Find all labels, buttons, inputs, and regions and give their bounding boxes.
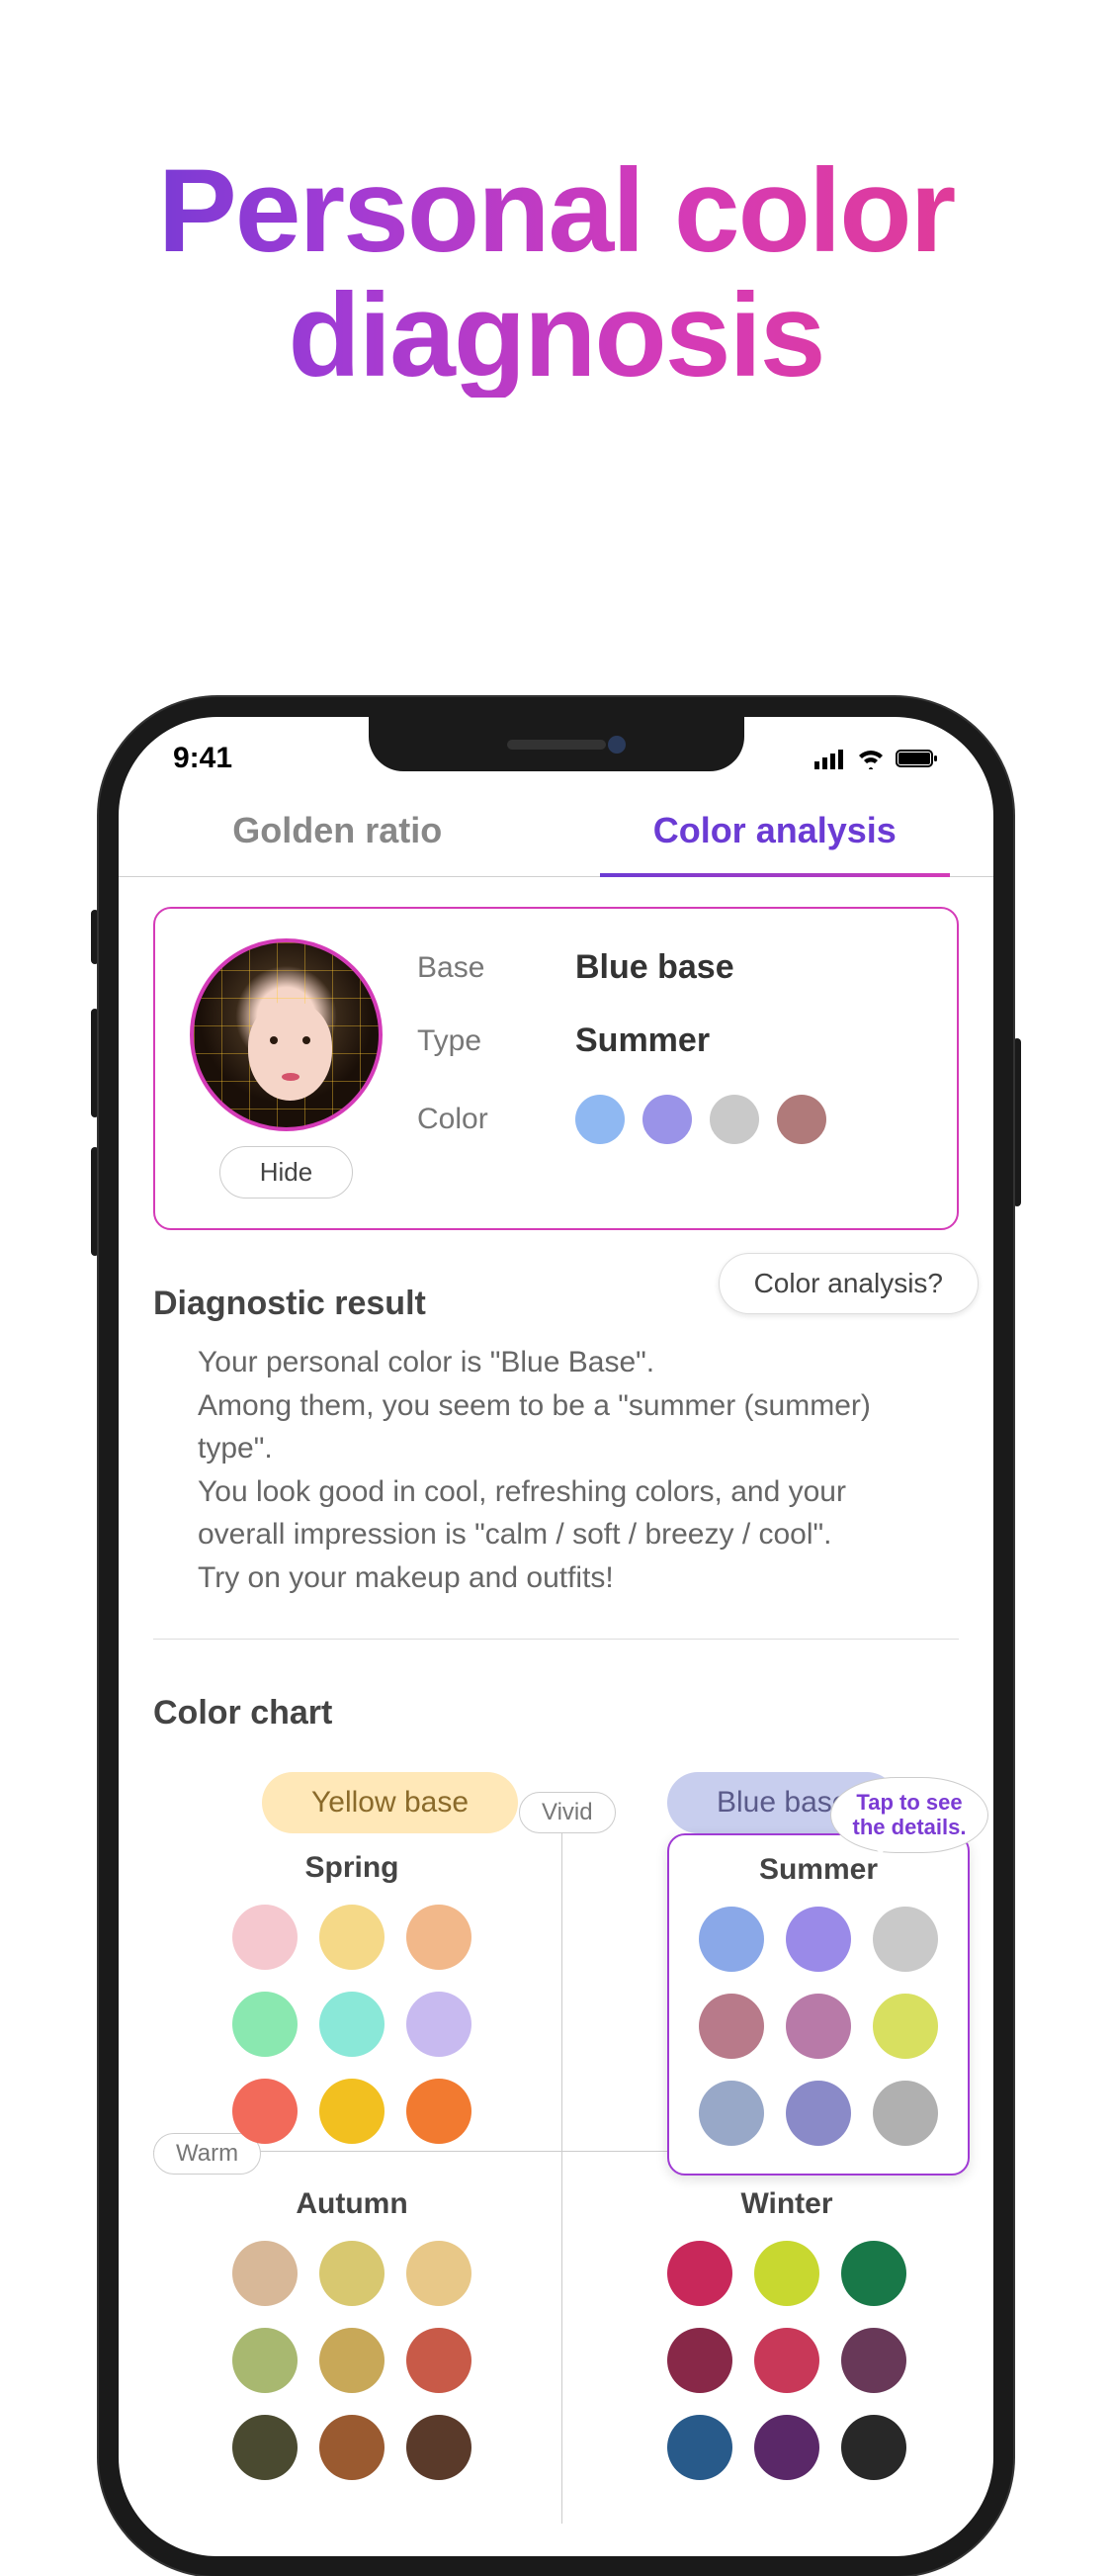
- status-time: 9:41: [173, 742, 232, 775]
- signal-icon: [814, 748, 846, 769]
- yellow-base-pill[interactable]: Yellow base: [262, 1772, 518, 1833]
- color-dot[interactable]: [841, 2241, 906, 2306]
- season-summer[interactable]: Summer: [667, 1851, 970, 2176]
- color-dot[interactable]: [699, 1907, 764, 1972]
- color-swatches: [575, 1095, 922, 1144]
- color-dot[interactable]: [232, 1905, 298, 1970]
- color-dot[interactable]: [319, 1992, 385, 2057]
- axis-vertical: [561, 1826, 562, 2524]
- phone-side-button: [91, 1009, 99, 1117]
- color-swatch: [575, 1095, 625, 1144]
- color-dot[interactable]: [786, 1994, 851, 2059]
- color-dot[interactable]: [873, 2081, 938, 2146]
- wifi-icon: [856, 748, 886, 769]
- phone-side-button: [91, 1147, 99, 1256]
- phone-side-button: [91, 910, 99, 964]
- color-dot[interactable]: [873, 1994, 938, 2059]
- color-dot[interactable]: [699, 1994, 764, 2059]
- color-dot[interactable]: [319, 1905, 385, 1970]
- color-swatch: [710, 1095, 759, 1144]
- color-dot[interactable]: [667, 2328, 732, 2393]
- color-dot[interactable]: [406, 2079, 471, 2144]
- content: Hide Base Blue base Type Summer Color Co…: [119, 877, 993, 2553]
- color-dot[interactable]: [667, 2241, 732, 2306]
- color-dot[interactable]: [406, 2241, 471, 2306]
- color-dot[interactable]: [319, 2079, 385, 2144]
- color-dot[interactable]: [319, 2241, 385, 2306]
- type-label: Type: [417, 1024, 536, 1058]
- color-dot[interactable]: [232, 2328, 298, 2393]
- phone-notch: [369, 717, 744, 771]
- type-value: Summer: [575, 1022, 922, 1060]
- summer-title: Summer: [699, 1853, 938, 1887]
- battery-icon: [896, 748, 939, 769]
- season-winter[interactable]: Winter: [667, 2187, 906, 2480]
- color-dot[interactable]: [232, 2079, 298, 2144]
- phone-side-button: [1013, 1038, 1021, 1206]
- color-dot[interactable]: [232, 2241, 298, 2306]
- tab-color-analysis[interactable]: Color analysis: [556, 785, 994, 876]
- color-dot[interactable]: [667, 2415, 732, 2480]
- phone-screen: 9:41 Golden ratio Color analysis: [119, 717, 993, 2556]
- color-dot[interactable]: [786, 2081, 851, 2146]
- color-dot[interactable]: [786, 1907, 851, 1972]
- color-label: Color: [417, 1103, 536, 1136]
- color-dot[interactable]: [406, 2415, 471, 2480]
- color-dot[interactable]: [754, 2241, 819, 2306]
- vivid-label: Vivid: [519, 1792, 616, 1833]
- color-dot[interactable]: [754, 2328, 819, 2393]
- result-card: Hide Base Blue base Type Summer Color: [153, 907, 959, 1230]
- winter-title: Winter: [667, 2187, 906, 2221]
- color-dot[interactable]: [406, 2328, 471, 2393]
- color-dot[interactable]: [232, 1992, 298, 2057]
- color-dot[interactable]: [841, 2415, 906, 2480]
- color-dot[interactable]: [841, 2328, 906, 2393]
- color-dot[interactable]: [406, 1992, 471, 2057]
- autumn-title: Autumn: [232, 2187, 471, 2221]
- season-spring[interactable]: Spring: [232, 1851, 471, 2144]
- tap-details-tooltip: Tap to see the details.: [830, 1777, 988, 1853]
- hide-button[interactable]: Hide: [219, 1146, 353, 1199]
- base-value: Blue base: [575, 948, 922, 987]
- color-dot[interactable]: [319, 2328, 385, 2393]
- color-swatch: [642, 1095, 692, 1144]
- marketing-title: Personal color diagnosis: [0, 148, 1112, 398]
- diagnostic-body: Your personal color is "Blue Base".Among…: [153, 1323, 959, 1640]
- color-dot[interactable]: [406, 1905, 471, 1970]
- avatar[interactable]: [190, 938, 383, 1131]
- color-analysis-help-button[interactable]: Color analysis?: [719, 1253, 979, 1314]
- base-label: Base: [417, 951, 536, 985]
- color-chart-title: Color chart: [153, 1694, 959, 1732]
- phone-frame: 9:41 Golden ratio Color analysis: [99, 697, 1013, 2576]
- color-dot[interactable]: [319, 2415, 385, 2480]
- season-autumn[interactable]: Autumn: [232, 2187, 471, 2480]
- spring-title: Spring: [232, 1851, 471, 1885]
- tab-golden-ratio[interactable]: Golden ratio: [119, 785, 556, 876]
- color-dot[interactable]: [754, 2415, 819, 2480]
- color-dot[interactable]: [873, 1907, 938, 1972]
- color-dot[interactable]: [232, 2415, 298, 2480]
- color-chart: Yellow base Blue base Vivid Warm Cool Ta…: [153, 1772, 959, 2524]
- color-dot[interactable]: [699, 2081, 764, 2146]
- color-swatch: [777, 1095, 826, 1144]
- tabs: Golden ratio Color analysis: [119, 785, 993, 877]
